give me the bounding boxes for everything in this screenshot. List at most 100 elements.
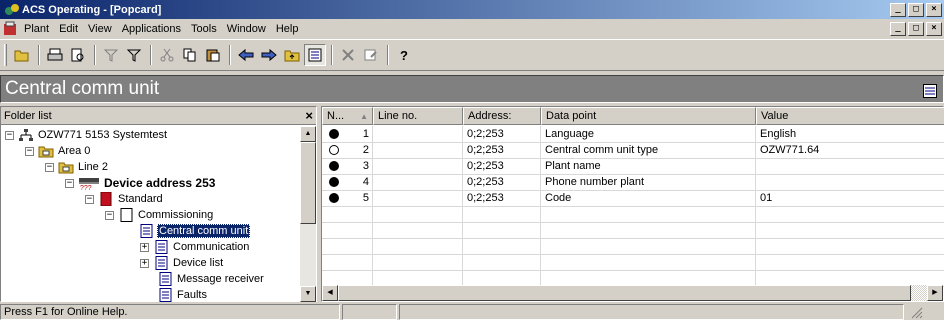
collapse-icon[interactable]: −: [45, 162, 54, 172]
address-cell: 0;2;253: [463, 190, 541, 206]
empty-cell: [463, 238, 541, 254]
column-header-data-point[interactable]: Data point: [541, 107, 756, 125]
forward-arrow-icon[interactable]: [258, 44, 280, 66]
menu-window[interactable]: Window: [223, 23, 272, 35]
tree-item[interactable]: − Line 2: [45, 159, 109, 175]
collapse-icon[interactable]: −: [65, 178, 74, 188]
resize-grip-icon[interactable]: [906, 304, 940, 320]
mdi-restore-button[interactable]: □: [908, 22, 924, 36]
grid-horizontal-scrollbar[interactable]: ◀ ▶: [322, 285, 943, 301]
status-dot-icon: [329, 193, 339, 203]
toolbar-grip[interactable]: [4, 44, 7, 66]
tree-item-label: Line 2: [78, 161, 108, 173]
menu-bar: Plant Edit View Applications Tools Windo…: [0, 19, 944, 39]
title-bar: ACS Operating - [Popcard] _ □ ×: [0, 0, 944, 19]
page-title-band: Central comm unit: [0, 75, 944, 103]
device-icon: ???: [78, 176, 99, 192]
folder-list-close-button[interactable]: ×: [305, 108, 313, 123]
filter-icon[interactable]: [100, 44, 122, 66]
print-icon[interactable]: [44, 44, 66, 66]
toolbar-separator: [150, 45, 152, 65]
row-number: 4: [362, 176, 369, 188]
tree-item[interactable]: − Area 0: [25, 143, 91, 159]
table-row[interactable]: 5 0;2;253 Code 01: [322, 190, 944, 207]
empty-cell: [541, 254, 756, 270]
column-header-value[interactable]: Value: [756, 107, 944, 125]
empty-cell: [756, 222, 944, 238]
table-row[interactable]: 4 0;2;253 Phone number plant: [322, 174, 944, 191]
expand-icon[interactable]: +: [140, 258, 149, 268]
empty-row: [322, 238, 944, 255]
expand-icon[interactable]: +: [140, 242, 149, 252]
menu-view[interactable]: View: [84, 23, 118, 35]
value-cell: [756, 158, 944, 174]
up-folder-icon[interactable]: [281, 44, 303, 66]
empty-cell: [541, 206, 756, 222]
empty-cell: [463, 206, 541, 222]
menu-plant[interactable]: Plant: [20, 23, 55, 35]
paste-icon[interactable]: [202, 44, 224, 66]
collapse-icon[interactable]: −: [5, 130, 14, 140]
scroll-thumb[interactable]: [338, 285, 911, 301]
tree-item-label: Area 0: [58, 145, 91, 157]
collapse-icon[interactable]: −: [85, 194, 94, 204]
tree-item-label: Commissioning: [138, 209, 214, 221]
column-header-number[interactable]: N... ▲: [322, 107, 373, 125]
status-bar: Press F1 for Online Help.: [0, 304, 944, 320]
sort-ascending-icon: ▲: [360, 111, 368, 121]
column-header-line-no[interactable]: Line no.: [373, 107, 463, 125]
folder-list-panel: Folder list × − OZW771 5153 Systemtest −…: [0, 106, 317, 302]
scroll-left-icon[interactable]: ◀: [322, 285, 338, 301]
cut-icon[interactable]: [156, 44, 178, 66]
table-row[interactable]: 2 0;2;253 Central comm unit type OZW771.64: [322, 142, 944, 159]
scroll-thumb[interactable]: [300, 142, 316, 224]
maximize-button[interactable]: □: [908, 2, 924, 17]
column-header-label: N...: [327, 110, 345, 122]
table-row[interactable]: 1 0;2;253 Language English: [322, 126, 944, 143]
properties-icon[interactable]: [360, 44, 382, 66]
tree-item[interactable]: Central comm unit: [138, 223, 251, 239]
tree-item[interactable]: − Standard: [85, 191, 164, 207]
menu-help[interactable]: Help: [272, 23, 305, 35]
list-view-icon[interactable]: [304, 44, 326, 66]
menu-applications[interactable]: Applications: [118, 23, 187, 35]
filter-apply-icon[interactable]: [123, 44, 145, 66]
tree-item[interactable]: − OZW771 5153 Systemtest: [5, 127, 168, 143]
column-header-address[interactable]: Address:: [463, 107, 541, 125]
view-toggle-icon[interactable]: [923, 82, 937, 98]
back-arrow-icon[interactable]: [235, 44, 257, 66]
mdi-minimize-button[interactable]: _: [890, 22, 906, 36]
tree-item[interactable]: + Communication: [140, 239, 250, 255]
table-row[interactable]: 3 0;2;253 Plant name: [322, 158, 944, 175]
close-button[interactable]: ×: [926, 2, 942, 17]
status-pane: [399, 304, 904, 320]
mdi-close-button[interactable]: ×: [926, 22, 942, 36]
delete-icon[interactable]: [337, 44, 359, 66]
tree-item[interactable]: − ??? Device address 253: [65, 175, 216, 192]
svg-text:?: ?: [400, 48, 408, 62]
tree-item[interactable]: Faults: [157, 287, 208, 302]
scroll-down-icon[interactable]: ▼: [300, 286, 316, 302]
menu-tools[interactable]: Tools: [187, 23, 223, 35]
scroll-right-icon[interactable]: ▶: [927, 285, 943, 301]
column-header-label: Data point: [546, 110, 597, 122]
collapse-icon[interactable]: −: [105, 210, 114, 220]
tree-vertical-scrollbar[interactable]: ▲ ▼: [300, 126, 316, 302]
copy-icon[interactable]: [179, 44, 201, 66]
page-icon: [138, 224, 154, 238]
folder-tree: − OZW771 5153 Systemtest − Area 0 − Line…: [1, 126, 300, 302]
tree-item-label: Central comm unit: [157, 224, 251, 238]
collapse-icon[interactable]: −: [25, 146, 34, 156]
document-icon[interactable]: [2, 21, 18, 37]
minimize-button[interactable]: _: [890, 2, 906, 17]
scroll-up-icon[interactable]: ▲: [300, 126, 316, 142]
menu-edit[interactable]: Edit: [55, 23, 84, 35]
tree-item[interactable]: Message receiver: [157, 271, 265, 287]
book-icon: [98, 191, 114, 207]
help-icon[interactable]: ?: [393, 44, 415, 66]
open-folder-icon[interactable]: [11, 44, 33, 66]
empty-row: [322, 206, 944, 223]
tree-item[interactable]: − Commissioning: [105, 207, 214, 223]
tree-item[interactable]: + Device list: [140, 255, 224, 271]
print-preview-icon[interactable]: [67, 44, 89, 66]
